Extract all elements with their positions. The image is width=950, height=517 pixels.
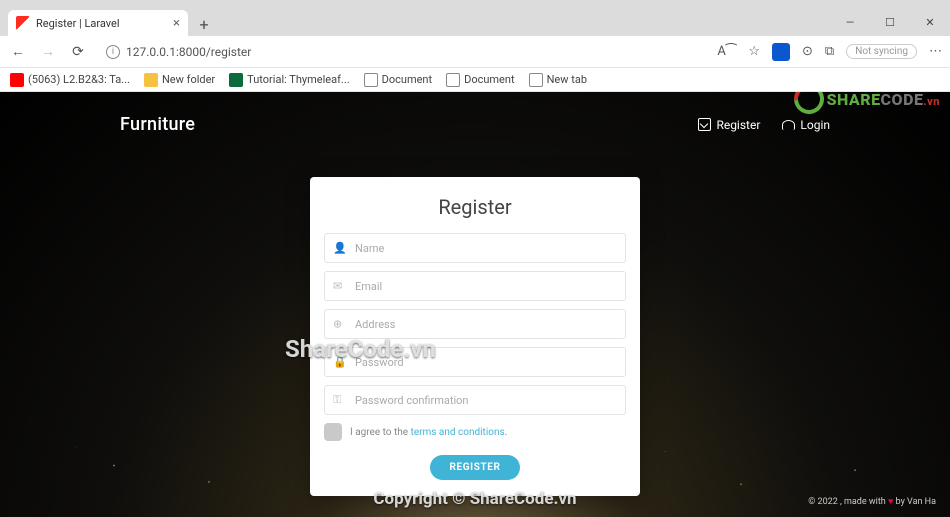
address-bar: ← → ⟳ i 127.0.0.1:8000/register A⁀ ☆ ⊙ ⧉… bbox=[0, 36, 950, 68]
folder-icon bbox=[144, 73, 158, 87]
document-icon bbox=[364, 73, 378, 87]
app-menu-icon[interactable]: ⋯ bbox=[929, 44, 942, 59]
name-input[interactable] bbox=[324, 233, 626, 263]
page-body: SHARECODE.vn Furniture Register Login Re… bbox=[0, 92, 950, 517]
youtube-icon bbox=[10, 73, 24, 87]
terms-link[interactable]: terms and conditions bbox=[411, 427, 505, 438]
key-icon: ⚿ bbox=[333, 393, 341, 407]
nav-register-link[interactable]: Register bbox=[698, 118, 760, 132]
thymeleaf-icon bbox=[229, 73, 243, 87]
laravel-favicon-icon bbox=[16, 16, 30, 30]
bookmark-item[interactable]: (5063) L2.B2&3: Ta... bbox=[10, 73, 130, 87]
register-card: Register 👤 ✉ ⊕ 🔒 ⚿ I agree to the terms … bbox=[310, 177, 640, 496]
document-icon bbox=[529, 73, 543, 87]
url-text: 127.0.0.1:8000/register bbox=[126, 45, 251, 59]
url-field[interactable]: i 127.0.0.1:8000/register bbox=[98, 41, 707, 63]
bookmarks-bar: (5063) L2.B2&3: Ta... New folder Tutoria… bbox=[0, 68, 950, 92]
new-tab-button[interactable]: + bbox=[192, 12, 216, 36]
window-controls: — ☐ ✕ bbox=[830, 8, 950, 36]
site-info-icon[interactable]: i bbox=[106, 45, 120, 59]
lock-icon: 🔒 bbox=[333, 356, 347, 369]
top-nav: Furniture Register Login bbox=[0, 92, 950, 135]
tab-strip: Register | Laravel × + — ☐ ✕ bbox=[0, 8, 950, 36]
extension-icon[interactable] bbox=[772, 43, 790, 61]
footer-credits: © 2022 , made with ♥ by Van Ha bbox=[808, 496, 936, 507]
address-input[interactable] bbox=[324, 309, 626, 339]
terms-row: I agree to the terms and conditions. bbox=[324, 423, 626, 441]
back-button[interactable]: ← bbox=[8, 43, 28, 60]
bookmark-item[interactable]: New tab bbox=[529, 73, 587, 87]
bookmark-item[interactable]: Document bbox=[446, 73, 514, 87]
footer-copyright-watermark: Copyright © ShareCode.vn bbox=[373, 489, 576, 509]
terms-text: I agree to the terms and conditions. bbox=[350, 427, 507, 438]
bookmark-item[interactable]: Tutorial: Thymeleaf... bbox=[229, 73, 349, 87]
window-minimize-button[interactable]: — bbox=[830, 8, 870, 36]
window-close-button[interactable]: ✕ bbox=[910, 8, 950, 36]
favorites-icon[interactable]: ☆ bbox=[748, 44, 760, 59]
reader-mode-icon[interactable]: A⁀ bbox=[717, 44, 736, 59]
tab-close-icon[interactable]: × bbox=[173, 16, 180, 31]
bookmark-item[interactable]: New folder bbox=[144, 73, 215, 87]
forward-button: → bbox=[38, 43, 58, 60]
bookmark-item[interactable]: Document bbox=[364, 73, 432, 87]
password-confirm-input[interactable] bbox=[324, 385, 626, 415]
brand-logo[interactable]: Furniture bbox=[120, 114, 195, 135]
document-icon bbox=[446, 73, 460, 87]
mail-icon: ✉ bbox=[333, 280, 342, 293]
reload-button[interactable]: ⟳ bbox=[68, 44, 88, 60]
card-heading: Register bbox=[324, 195, 626, 219]
window-maximize-button[interactable]: ☐ bbox=[870, 8, 910, 36]
profile-sync-pill[interactable]: Not syncing bbox=[846, 44, 917, 59]
collections-icon[interactable]: ⧉ bbox=[825, 44, 834, 59]
email-input[interactable] bbox=[324, 271, 626, 301]
extensions-menu-icon[interactable]: ⊙ bbox=[802, 44, 813, 59]
browser-tab-active[interactable]: Register | Laravel × bbox=[8, 10, 188, 36]
window-titlebar bbox=[0, 0, 950, 8]
nav-login-link[interactable]: Login bbox=[782, 118, 830, 132]
terms-checkbox[interactable] bbox=[324, 423, 342, 441]
register-submit-button[interactable]: REGISTER bbox=[430, 455, 521, 480]
login-icon bbox=[782, 120, 795, 130]
globe-icon: ⊕ bbox=[333, 318, 342, 331]
user-icon: 👤 bbox=[333, 242, 347, 255]
tab-title: Register | Laravel bbox=[36, 17, 120, 30]
register-icon bbox=[698, 118, 711, 131]
password-input[interactable] bbox=[324, 347, 626, 377]
